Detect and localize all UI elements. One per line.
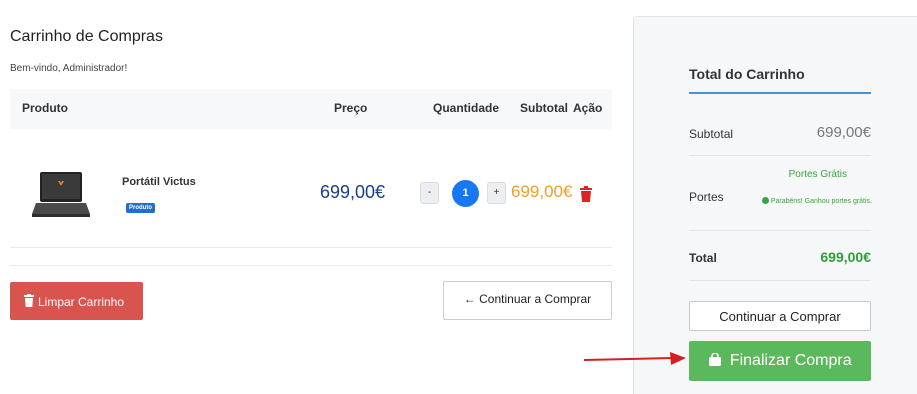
- product-price: 699,00€: [320, 182, 386, 202]
- summary-title: Total do Carrinho: [689, 66, 805, 82]
- product-badge: Produto: [126, 203, 155, 213]
- clear-cart-label: Limpar Carrinho: [38, 295, 125, 309]
- subtotal-value: 699,00€: [816, 124, 871, 141]
- page-title: Carrinho de Compras: [10, 28, 163, 45]
- summary-title-underline: [689, 92, 871, 94]
- product-name[interactable]: Portátil Victus: [122, 176, 196, 188]
- welcome-text: Bem-vindo, Administrador!: [10, 63, 128, 74]
- header-quantity: Quantidade: [433, 101, 500, 115]
- checkout-button[interactable]: Finalizar Compra: [689, 341, 871, 381]
- total-label: Total: [689, 251, 717, 265]
- trash-icon: [24, 294, 34, 307]
- divider: [689, 280, 871, 281]
- table-row: Portátil Victus Produto 699,00€ - 1 + 69…: [10, 130, 612, 248]
- shopping-bag-icon: [709, 353, 722, 366]
- quantity-decrease-button[interactable]: -: [420, 182, 439, 204]
- header-price: Preço: [334, 101, 368, 115]
- header-action: Ação: [573, 101, 603, 115]
- header-product: Produto: [22, 101, 68, 115]
- divider: [689, 155, 871, 156]
- laptop-icon: [32, 172, 90, 217]
- shipping-free-label: Portes Grátis: [788, 169, 847, 180]
- check-circle-icon: [761, 197, 769, 204]
- summary-continue-shopping-button[interactable]: Continuar a Comprar: [689, 301, 871, 331]
- total-value: 699,00€: [820, 249, 871, 265]
- divider: [10, 265, 612, 266]
- red-arrow-annotation: [584, 352, 686, 365]
- trash-icon[interactable]: [580, 186, 592, 202]
- divider: [689, 230, 871, 231]
- shipping-message-text: Parabéns! Ganhou portes grátis.: [770, 198, 872, 205]
- cart-table-header: Produto Preço Quantidade Subtotal Ação: [10, 89, 612, 129]
- quantity-value: 1: [452, 180, 479, 207]
- clear-cart-button[interactable]: Limpar Carrinho: [10, 282, 143, 320]
- item-subtotal: 699,00€: [511, 182, 573, 201]
- continue-shopping-button[interactable]: ← Continuar a Comprar: [443, 281, 612, 320]
- checkout-label: Finalizar Compra: [729, 352, 852, 369]
- header-subtotal: Subtotal: [520, 101, 568, 115]
- shipping-label: Portes: [689, 190, 724, 204]
- subtotal-label: Subtotal: [689, 127, 734, 141]
- shipping-message: Parabéns! Ganhou portes grátis.: [761, 193, 872, 210]
- quantity-increase-button[interactable]: +: [487, 182, 506, 204]
